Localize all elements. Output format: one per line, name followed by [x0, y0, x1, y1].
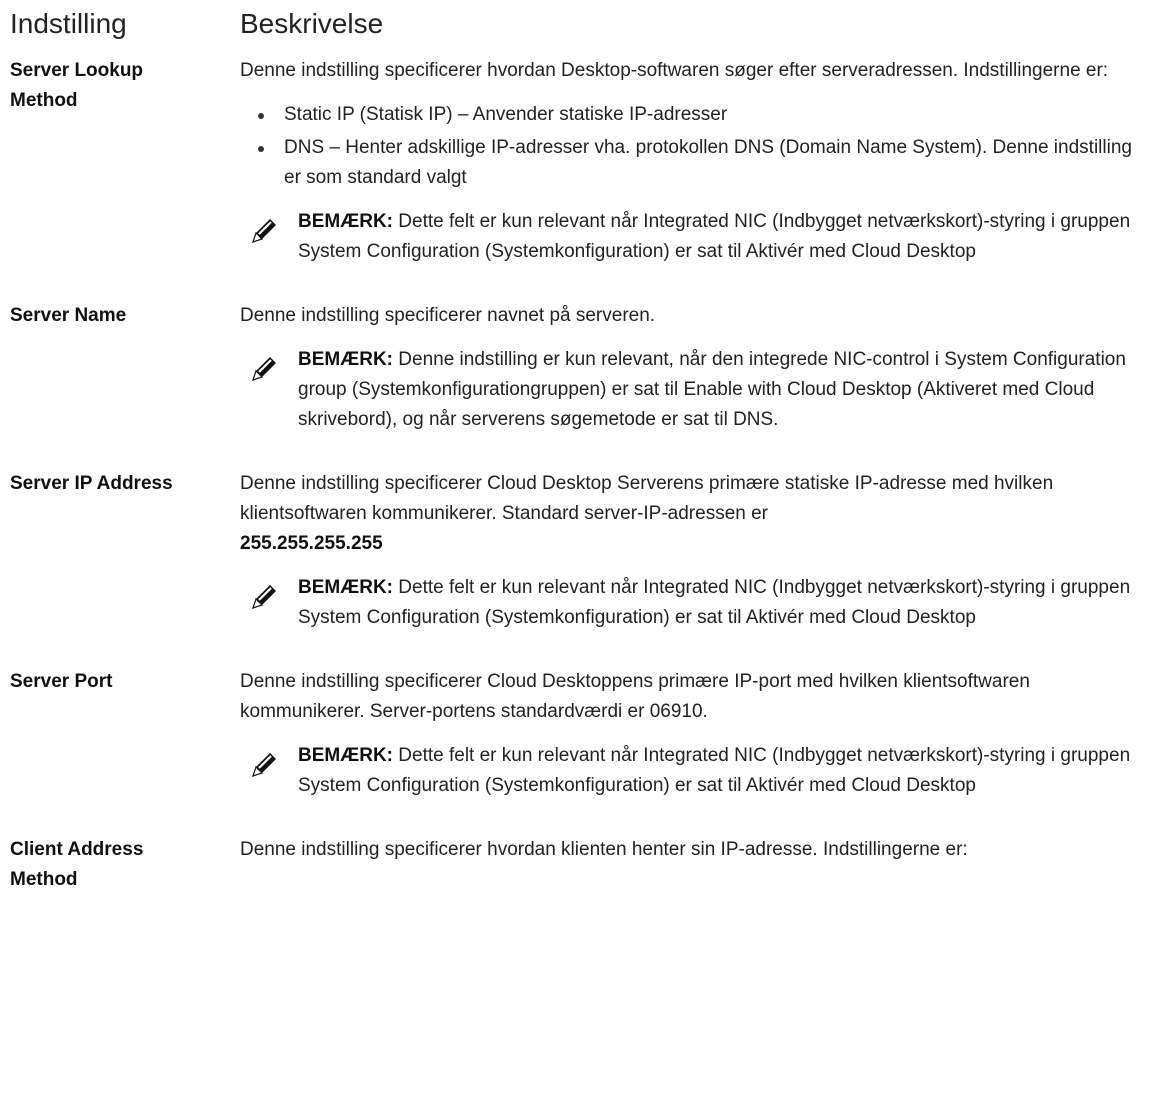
column-header-setting: Indstilling [10, 8, 127, 39]
note-text: Dette felt er kun relevant når Integrate… [298, 745, 1131, 796]
pencil-note-icon [252, 585, 276, 609]
setting-name: Server Lookup Method [10, 60, 144, 111]
bullet-icon [258, 113, 264, 119]
note-box: BEMÆRK: Dette felt er kun relevant når I… [240, 573, 1143, 633]
note-label: BEMÆRK: [298, 745, 393, 766]
table-row-server-name: Server Name Denne indstilling specificer… [10, 301, 1143, 435]
note-text: Denne indstilling er kun relevant, når d… [298, 349, 1126, 430]
note-label: BEMÆRK: [298, 211, 393, 232]
note-box: BEMÆRK: Dette felt er kun relevant når I… [240, 741, 1143, 801]
note-label: BEMÆRK: [298, 349, 393, 370]
setting-name: Server Port [10, 671, 113, 692]
pencil-note-icon [252, 357, 276, 381]
setting-description: Denne indstilling specificerer navnet på… [240, 301, 1143, 435]
table-row-server-port: Server Port Denne indstilling specificer… [10, 667, 1143, 801]
setting-name: Server IP Address [10, 473, 173, 494]
pencil-note-icon [252, 219, 276, 243]
default-ip-value: 255.255.255.255 [240, 533, 383, 554]
table-row-server-lookup-method: Server Lookup Method Denne indstilling s… [10, 56, 1143, 267]
description-text: Denne indstilling specificerer hvordan k… [240, 839, 968, 860]
description-text: Denne indstilling specificerer Cloud Des… [240, 671, 1030, 722]
setting-description: Denne indstilling specificerer Cloud Des… [240, 667, 1143, 801]
note-box: BEMÆRK: Dette felt er kun relevant når I… [240, 207, 1143, 267]
description-text: Denne indstilling specificerer Cloud Des… [240, 473, 1054, 554]
setting-description: Denne indstilling specificerer Cloud Des… [240, 469, 1143, 633]
note-text: Dette felt er kun relevant når Integrate… [298, 211, 1131, 262]
settings-table: Indstilling Beskrivelse Server Lookup Me… [10, 0, 1143, 890]
note-text: Dette felt er kun relevant når Integrate… [298, 577, 1131, 628]
list-item: Static IP (Statisk IP) – Anvender statis… [258, 100, 1143, 130]
pencil-note-icon [252, 753, 276, 777]
table-row-server-ip-address: Server IP Address Denne indstilling spec… [10, 469, 1143, 633]
note-label: BEMÆRK: [298, 577, 393, 598]
setting-description: Denne indstilling specificerer hvordan D… [240, 56, 1143, 267]
description-text: Denne indstilling specificerer navnet på… [240, 305, 656, 326]
table-row-client-address-method: Client Address Method Denne indstilling … [10, 835, 1143, 890]
bullet-icon [258, 146, 264, 152]
table-header: Indstilling Beskrivelse [10, 0, 1143, 46]
setting-name: Client Address Method [10, 839, 144, 890]
list-item: DNS – Henter adskillige IP-adresser vha.… [258, 133, 1143, 193]
setting-description: Denne indstilling specificerer hvordan k… [240, 835, 1143, 865]
options-list: Static IP (Statisk IP) – Anvender statis… [240, 100, 1143, 193]
setting-name: Server Name [10, 305, 127, 326]
column-header-description: Beskrivelse [240, 8, 384, 39]
description-text: Denne indstilling specificerer hvordan D… [240, 60, 1109, 81]
note-box: BEMÆRK: Denne indstilling er kun relevan… [240, 345, 1143, 435]
